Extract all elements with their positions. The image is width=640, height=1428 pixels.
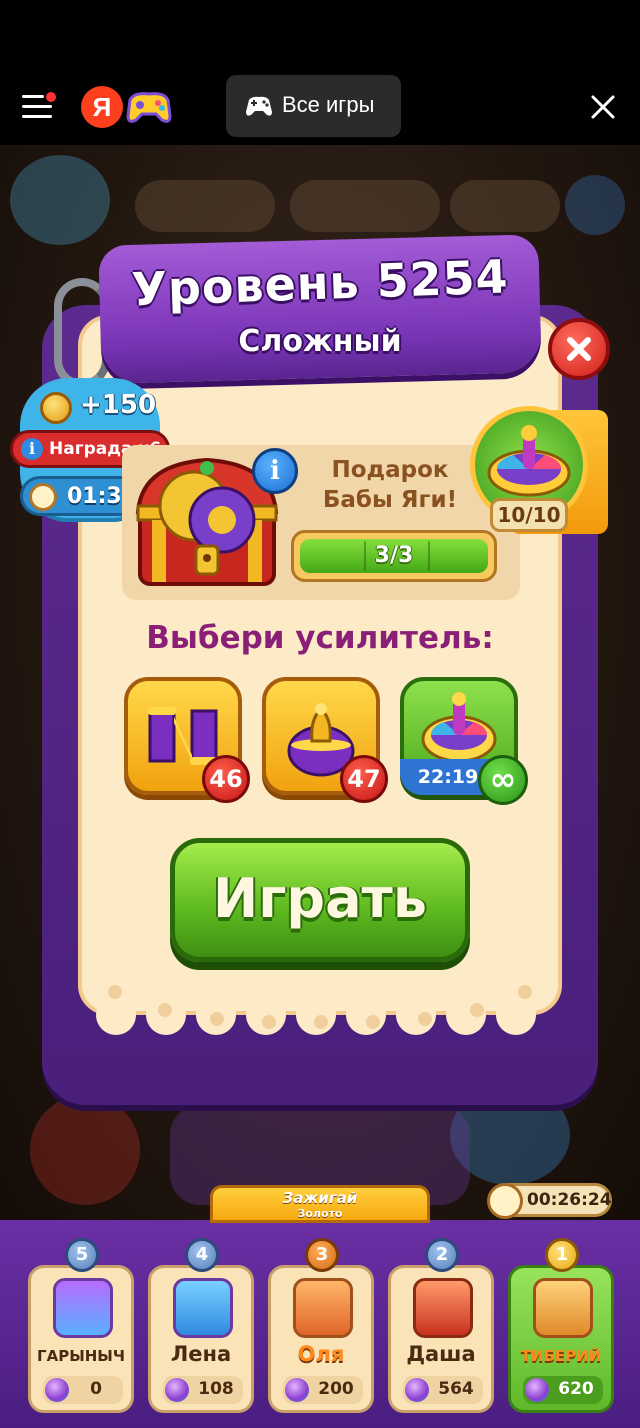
gift-info-button[interactable]: i — [252, 448, 298, 494]
player-score: 564 — [403, 1376, 483, 1404]
player-avatar — [533, 1278, 593, 1338]
player-score: 200 — [283, 1376, 363, 1404]
bg-settings-blob — [565, 175, 625, 235]
fortune-wheel-badge[interactable]: 10/10 — [470, 402, 612, 550]
bg-stars-hud — [450, 180, 560, 232]
player-rank-badge: 3 — [305, 1238, 339, 1272]
choose-booster-label: Выбери усилитель: — [146, 620, 494, 656]
wheel-counter: 10/10 — [490, 498, 568, 532]
player-name: ТИБЕРИЙ — [520, 1347, 602, 1365]
player-score-value: 108 — [198, 1379, 234, 1399]
bg-lives-hud — [290, 180, 440, 232]
gift-progress-bar: 3/3 — [291, 530, 497, 582]
event-tab[interactable]: Зажигай Золото — [210, 1185, 430, 1223]
stitch-dot — [262, 1015, 276, 1029]
leaderboard-player[interactable]: 5 ГАРЫНЫЧ 0 — [28, 1238, 134, 1413]
gem-icon — [525, 1378, 549, 1402]
gem-icon — [285, 1378, 309, 1402]
clock-icon — [29, 483, 57, 511]
all-games-button[interactable]: Все игры — [226, 75, 401, 137]
gift-title-line2: Бабы Яги! — [322, 487, 458, 513]
menu-icon[interactable] — [22, 92, 56, 119]
player-avatar — [173, 1278, 233, 1338]
stitch-dot — [108, 985, 122, 999]
booster-spinner[interactable]: 22:19 ∞ — [400, 677, 528, 805]
booster-hammer-count: 46 — [202, 755, 250, 803]
all-games-label: Все игры — [282, 92, 375, 117]
player-score-value: 620 — [558, 1379, 594, 1399]
player-rank-badge: 5 — [65, 1238, 99, 1272]
player-name: Лена — [170, 1342, 232, 1366]
yandex-logo[interactable]: Я — [81, 86, 123, 128]
player-avatar — [53, 1278, 113, 1338]
booster-hammer[interactable]: 46 — [124, 677, 250, 803]
close-dialog-button[interactable] — [548, 318, 610, 380]
scallop-edge — [96, 995, 136, 1035]
coin-icon — [40, 392, 72, 424]
scallop-edge — [346, 995, 386, 1035]
stitch-dot — [158, 1003, 172, 1017]
bg-decoration — [10, 155, 110, 245]
player-score: 620 — [523, 1376, 603, 1404]
event-name: Зажигай — [282, 1189, 358, 1207]
clock-icon — [487, 1183, 523, 1219]
play-button[interactable]: Играть — [170, 838, 470, 962]
player-score: 0 — [43, 1376, 123, 1404]
player-rank-badge: 4 — [185, 1238, 219, 1272]
gift-title-line1: Подарок — [331, 457, 449, 483]
close-icon — [567, 337, 591, 361]
leaderboard-player[interactable]: 2 Даша 564 — [388, 1238, 494, 1413]
stitch-dot — [518, 985, 532, 999]
player-name: Даша — [406, 1342, 476, 1366]
player-name: ГАРЫНЫЧ — [37, 1347, 125, 1365]
leaderboard-player[interactable]: 3 Оля 200 — [268, 1238, 374, 1413]
gem-icon — [165, 1378, 189, 1402]
play-button-label: Играть — [213, 867, 427, 930]
event-tier: Золото — [297, 1207, 343, 1220]
info-icon: i — [21, 438, 43, 460]
player-score-value: 564 — [438, 1379, 474, 1399]
event-timer: 00:26:24 — [487, 1183, 612, 1219]
event-timer-value: 00:26:24 — [527, 1190, 612, 1210]
leaderboard-player[interactable]: 4 Лена 108 — [148, 1238, 254, 1413]
player-score-value: 0 — [90, 1379, 102, 1399]
player-avatar — [293, 1278, 353, 1338]
gem-icon — [45, 1378, 69, 1402]
booster-bomb-count: 47 — [340, 755, 388, 803]
player-rank-badge: 2 — [425, 1238, 459, 1272]
player-avatar — [413, 1278, 473, 1338]
level-title-banner: Уровень 5254 Сложный — [98, 234, 542, 385]
gift-title: Подарок Бабы Яги! — [300, 455, 480, 515]
infinity-icon: ∞ — [478, 755, 528, 805]
browser-top-bar: Я Все игры — [0, 0, 640, 145]
stitch-dot — [418, 1012, 432, 1026]
bg-coins-hud — [135, 180, 275, 232]
scallop-edge — [296, 995, 336, 1035]
booster-bomb[interactable]: 47 — [262, 677, 388, 803]
close-icon[interactable] — [588, 92, 618, 122]
player-score-value: 200 — [318, 1379, 354, 1399]
scallop-edge — [496, 995, 536, 1035]
leaderboard-player-current[interactable]: 1 ТИБЕРИЙ 620 — [508, 1238, 614, 1413]
stitch-dot — [314, 1015, 328, 1029]
gamepad-icon — [246, 96, 272, 116]
gem-icon — [405, 1378, 429, 1402]
player-rank-badge: 1 — [545, 1238, 579, 1272]
bg-decoration — [30, 1095, 140, 1205]
notification-dot — [46, 92, 56, 102]
difficulty-label: Сложный — [238, 324, 402, 359]
bonus-coins: +150 — [80, 390, 157, 420]
stitch-dot — [210, 1012, 224, 1026]
stitch-dot — [366, 1015, 380, 1029]
yandex-games-logo[interactable] — [124, 86, 174, 128]
gift-progress-label: 3/3 — [374, 543, 414, 568]
player-name: Оля — [297, 1342, 345, 1366]
stitch-dot — [470, 1003, 484, 1017]
player-score: 108 — [163, 1376, 243, 1404]
